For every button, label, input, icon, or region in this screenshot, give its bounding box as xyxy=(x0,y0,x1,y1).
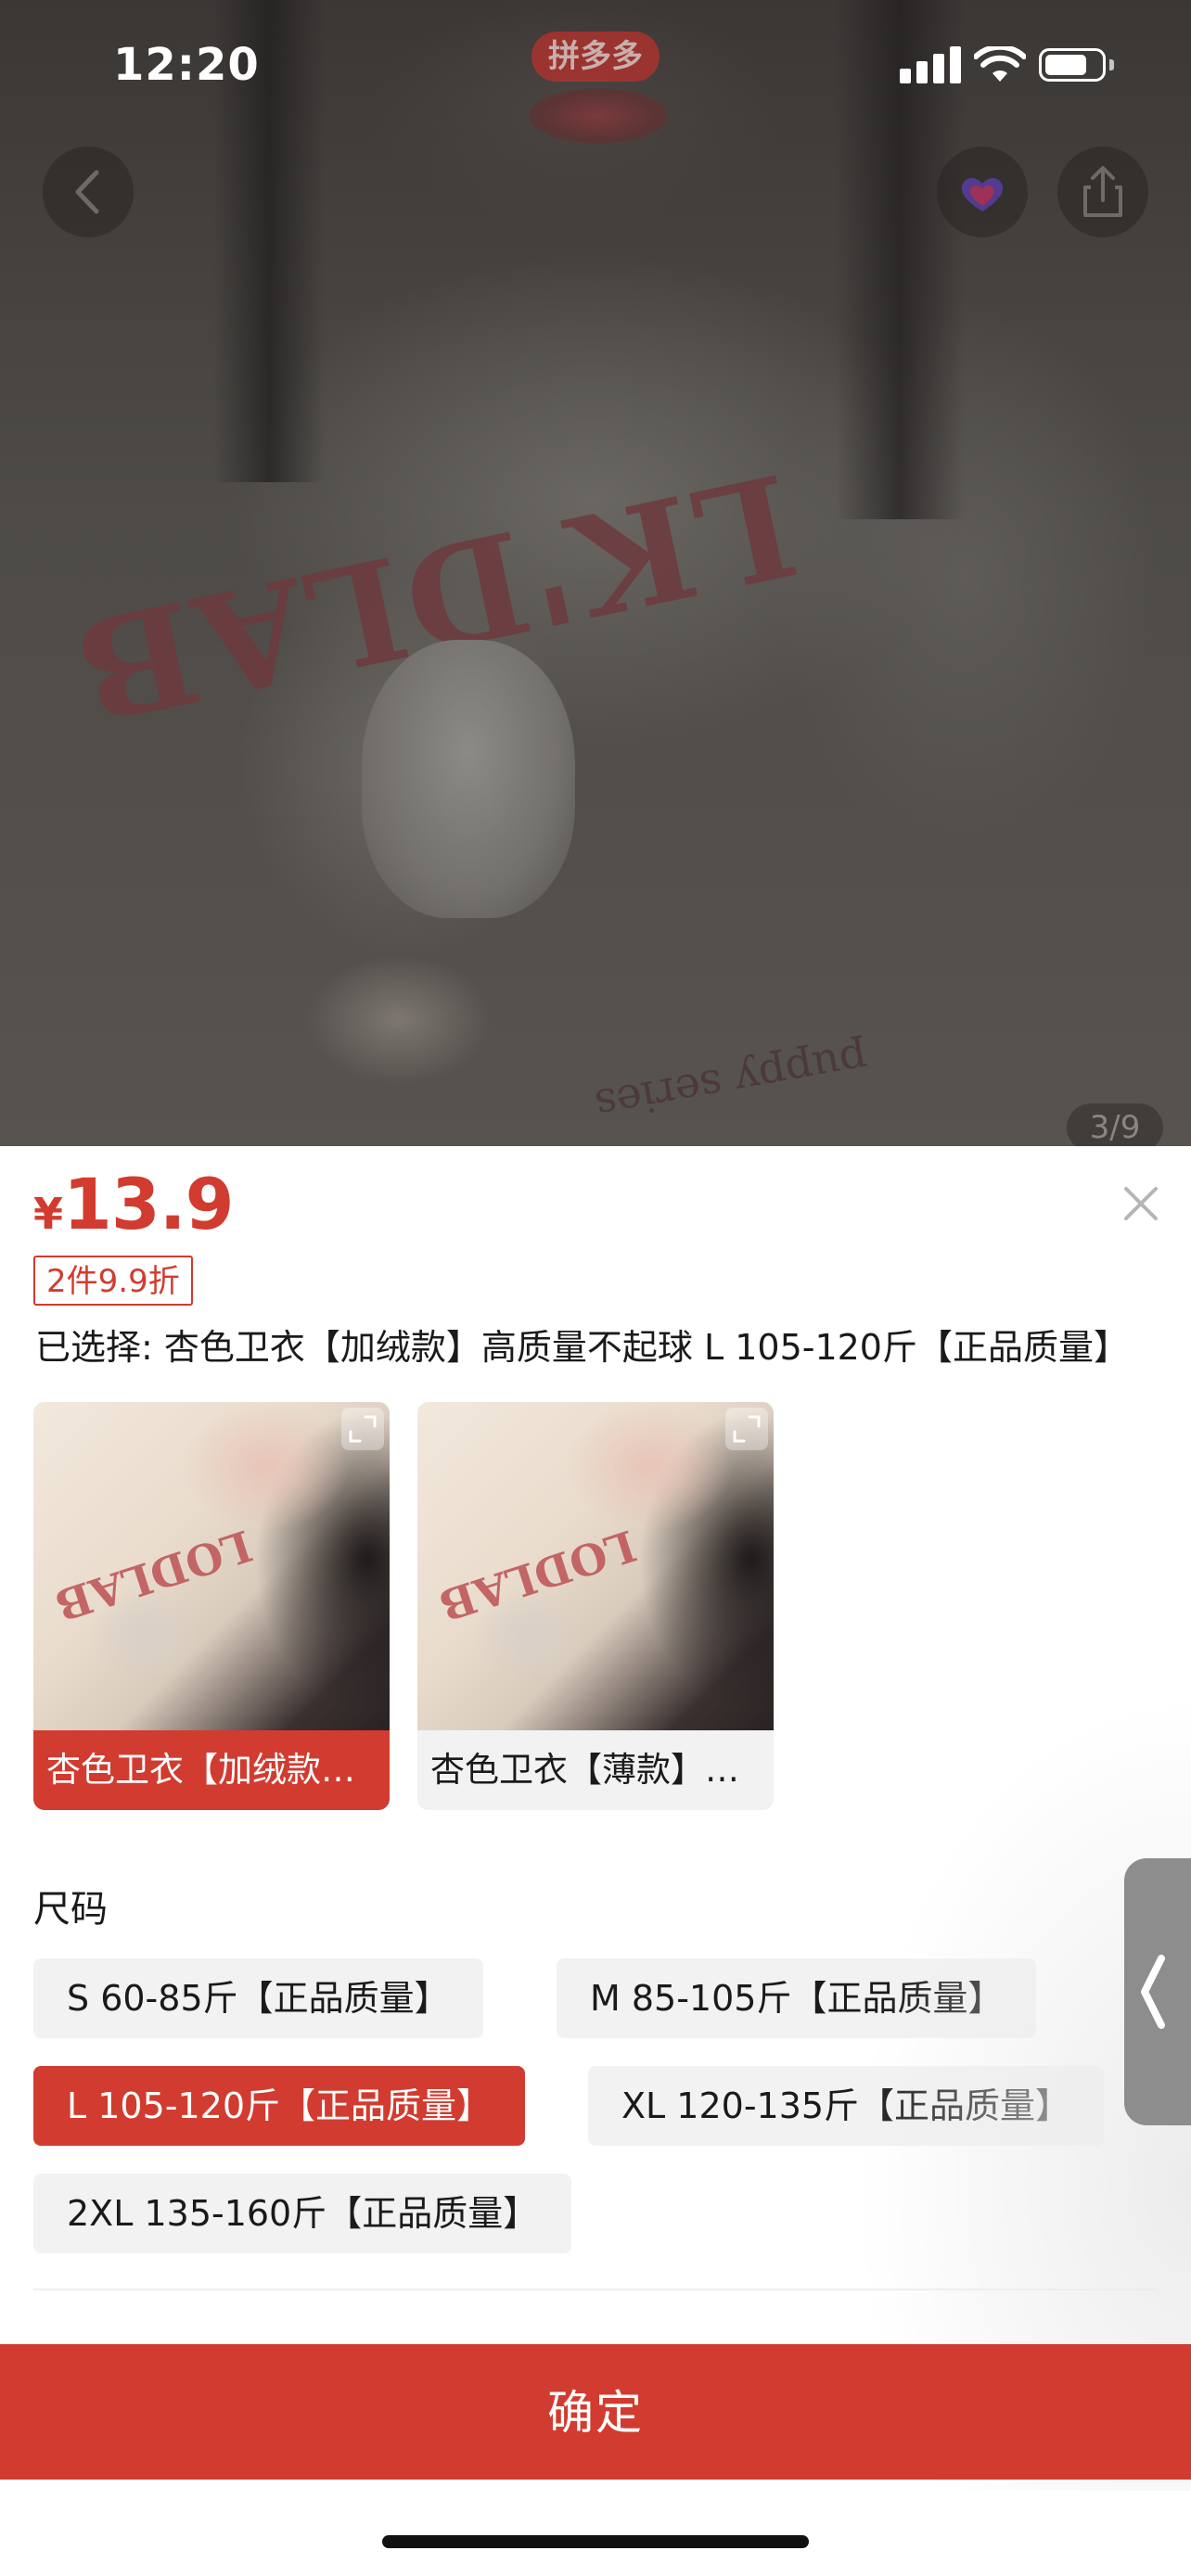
color-option-label: 杏色卫衣【加绒款】高质量不起球 xyxy=(33,1730,390,1810)
thumbnail-print: LODLAB xyxy=(49,1520,259,1631)
photo-dog-graphic xyxy=(362,640,575,918)
close-icon[interactable] xyxy=(1111,1174,1171,1233)
photo-sweater-print-bottom: puppy series xyxy=(591,1033,872,1131)
color-option-thumbnail: LODLAB xyxy=(33,1402,390,1730)
back-button[interactable] xyxy=(43,147,134,237)
confirm-button[interactable]: 确定 xyxy=(0,2344,1191,2480)
color-option-label: 杏色卫衣【薄款】高质量不起球 xyxy=(417,1730,774,1810)
size-option-xl[interactable]: XL 120-135斤【正品质量】 xyxy=(588,2066,1105,2146)
size-section-title: 尺码 xyxy=(33,1888,108,1931)
color-option-thin[interactable]: LODLAB 杏色卫衣【薄款】高质量不起球 xyxy=(417,1402,774,1810)
home-indicator[interactable] xyxy=(382,2535,809,2548)
size-option-s[interactable]: S 60-85斤【正品质量】 xyxy=(33,1958,483,2038)
photo-face xyxy=(529,88,668,144)
share-button[interactable] xyxy=(1057,147,1148,237)
color-option-thumbnail: LODLAB xyxy=(417,1402,774,1730)
share-icon xyxy=(1083,166,1122,217)
promo-badge: 2件9.9折 xyxy=(33,1256,193,1306)
thumbnail-print: LODLAB xyxy=(433,1520,643,1631)
size-option-l[interactable]: L 105-120斤【正品质量】 xyxy=(33,2066,526,2146)
divider xyxy=(33,2289,1158,2290)
price: ¥13.9 xyxy=(33,1163,235,1245)
currency-symbol: ¥ xyxy=(33,1189,64,1239)
battery-icon xyxy=(1039,48,1106,82)
status-time: 12:20 xyxy=(113,39,260,91)
size-option-2xl[interactable]: 2XL 135-160斤【正品质量】 xyxy=(33,2174,572,2253)
expand-icon[interactable] xyxy=(725,1408,768,1450)
app-logo: 拼多多 xyxy=(531,32,660,82)
photo-flower-graphic xyxy=(306,955,492,1085)
side-drawer-tab[interactable] xyxy=(1124,1858,1191,2125)
wifi-icon xyxy=(974,46,1026,82)
back-arrow-icon xyxy=(75,170,99,214)
favorite-button[interactable] xyxy=(937,147,1028,237)
expand-icon[interactable] xyxy=(341,1408,384,1450)
favorite-icon xyxy=(961,178,1004,211)
image-counter: 3/9 xyxy=(1067,1103,1163,1152)
price-value: 13.9 xyxy=(63,1163,235,1245)
selected-summary: 已选择: 杏色卫衣【加绒款】高质量不起球 L 105-120斤【正品质量】 xyxy=(35,1327,1129,1368)
chevron-left-icon xyxy=(1141,1955,1165,2029)
color-option-fleece[interactable]: LODLAB 杏色卫衣【加绒款】高质量不起球 xyxy=(33,1402,390,1810)
size-option-m[interactable]: M 85-105斤【正品质量】 xyxy=(557,1958,1037,2038)
